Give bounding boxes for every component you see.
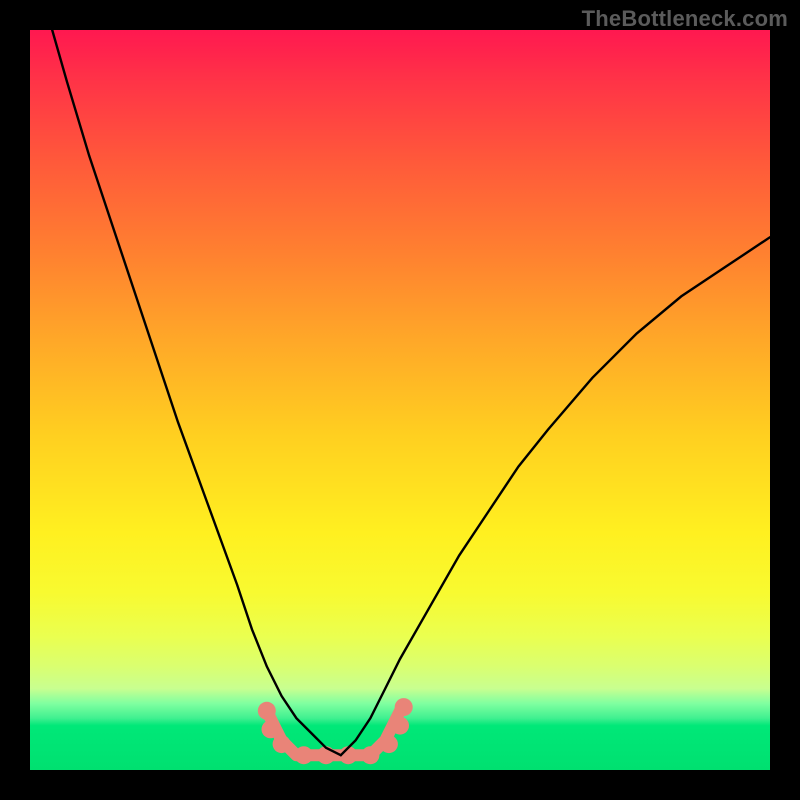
chart-plot-area bbox=[30, 30, 770, 770]
stage: TheBottleneck.com bbox=[0, 0, 800, 800]
curve-right-arm bbox=[341, 237, 770, 755]
threshold-marker bbox=[395, 698, 413, 716]
threshold-marker bbox=[273, 735, 291, 753]
watermark-text: TheBottleneck.com bbox=[582, 6, 788, 32]
threshold-marker bbox=[391, 717, 409, 735]
threshold-marker bbox=[262, 720, 280, 738]
threshold-marker bbox=[258, 702, 276, 720]
threshold-marker bbox=[361, 746, 379, 764]
curve-left-arm bbox=[52, 30, 341, 755]
chart-svg bbox=[30, 30, 770, 770]
threshold-marker bbox=[295, 746, 313, 764]
threshold-marker bbox=[380, 735, 398, 753]
